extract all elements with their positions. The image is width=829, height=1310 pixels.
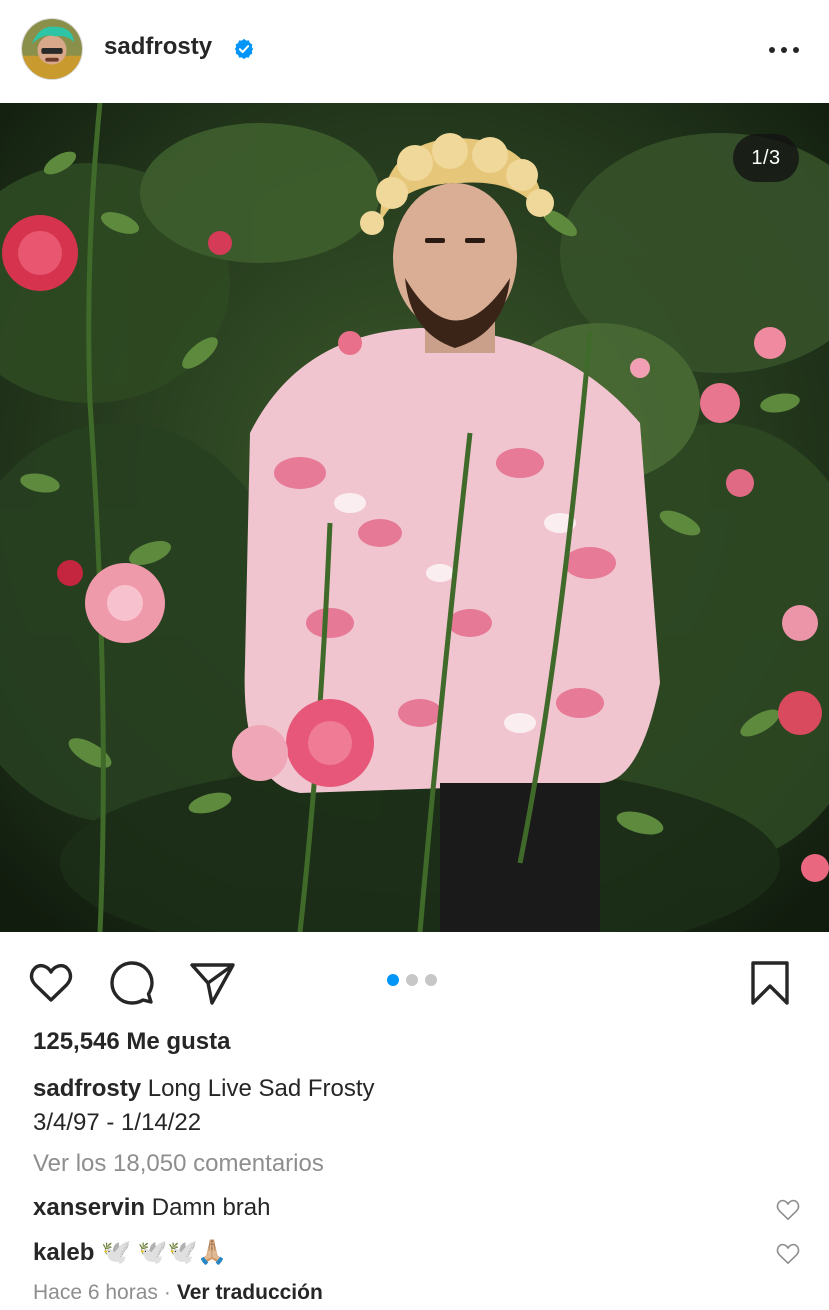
post-actions <box>0 932 829 1026</box>
carousel-dot <box>425 974 437 986</box>
more-options-icon[interactable] <box>766 36 802 64</box>
caption-username[interactable]: sadfrosty <box>33 1075 141 1102</box>
carousel-dot <box>387 974 399 986</box>
post-image[interactable] <box>0 103 829 932</box>
carousel-indicator <box>387 974 437 986</box>
verified-badge-icon <box>234 38 254 60</box>
like-count[interactable]: 125,546 Me gusta <box>33 1028 230 1056</box>
caption-line2: 3/4/97 - 1/14/22 <box>33 1109 202 1136</box>
comment-item: kaleb 🕊️ 🕊️🕊️🙏🏼 <box>33 1238 227 1267</box>
caption: sadfrosty Long Live Sad Frosty 3/4/97 - … <box>33 1072 793 1140</box>
bookmark-icon[interactable] <box>746 959 794 1007</box>
caption-text: Long Live Sad Frosty <box>147 1075 375 1102</box>
translate-link[interactable]: Ver traducción <box>177 1281 323 1304</box>
view-comments-link[interactable]: Ver los 18,050 comentarios <box>33 1150 324 1178</box>
avatar[interactable] <box>21 18 83 80</box>
comment-text: Damn brah <box>151 1194 271 1221</box>
comment-heart-icon[interactable] <box>775 1241 801 1267</box>
heart-icon[interactable] <box>27 959 75 1007</box>
post-header: sadfrosty <box>0 0 829 103</box>
post-username[interactable]: sadfrosty <box>104 33 212 61</box>
meta-separator: · <box>163 1281 171 1304</box>
carousel-counter: 1/3 <box>733 134 799 182</box>
send-icon[interactable] <box>188 959 236 1007</box>
comment-heart-icon[interactable] <box>775 1197 801 1223</box>
comment-icon[interactable] <box>108 959 156 1007</box>
comment-username[interactable]: kaleb <box>33 1239 94 1266</box>
comment-text: 🕊️ 🕊️🕊️🙏🏼 <box>101 1239 228 1266</box>
comment-item: xanservin Damn brah <box>33 1194 270 1222</box>
post-meta: Hace 6 horas · Ver traducción <box>33 1281 323 1305</box>
comment-username[interactable]: xanservin <box>33 1194 145 1221</box>
carousel-dot <box>406 974 418 986</box>
post-timestamp: Hace 6 horas <box>33 1281 158 1304</box>
